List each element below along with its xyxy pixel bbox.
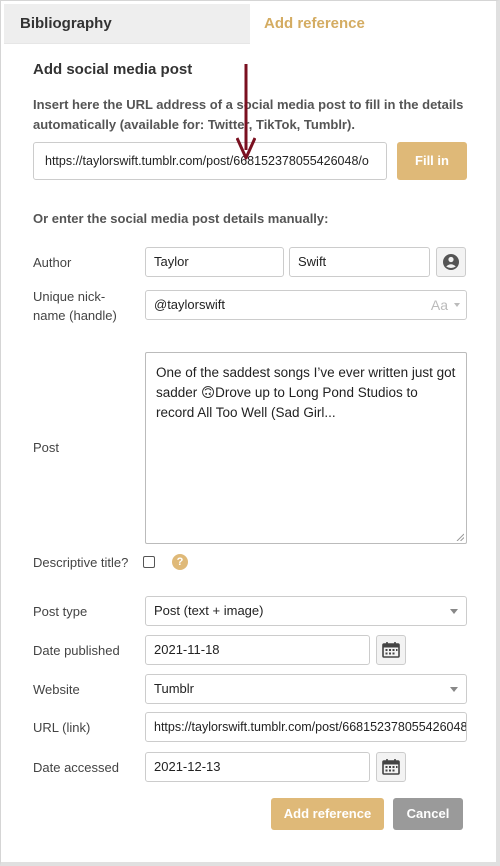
handle-label-line1: Unique nick- [33, 289, 106, 304]
date-published-input[interactable]: 2021-11-18 [145, 635, 370, 665]
auto-url-input[interactable] [33, 142, 387, 180]
post-type-label: Post type [33, 604, 88, 619]
manual-heading: Or enter the social media post details m… [33, 211, 329, 226]
tab-add-reference[interactable]: Add reference [250, 4, 476, 44]
chevron-down-icon [450, 609, 458, 614]
handle-label: Unique nick- name (handle) [33, 287, 117, 325]
handle-value: @taylorswift [154, 297, 225, 312]
author-label: Author [33, 255, 72, 270]
date-accessed-label: Date accessed [33, 760, 119, 775]
calendar-icon [382, 759, 400, 775]
date-accessed-input[interactable]: 2021-12-13 [145, 752, 370, 782]
handle-label-line2: name (handle) [33, 308, 117, 323]
chevron-down-icon [454, 303, 460, 307]
author-lookup-button[interactable] [436, 247, 466, 277]
url-link-label: URL (link) [33, 720, 91, 735]
date-published-label: Date published [33, 643, 120, 658]
resize-grip-icon[interactable] [456, 533, 464, 541]
form-heading: Add social media post [33, 61, 193, 78]
post-label: Post [33, 440, 60, 455]
chevron-down-icon [450, 687, 458, 692]
tab-bar: Bibliography Add reference [4, 4, 476, 44]
website-label: Website [33, 682, 80, 697]
author-first-name-input[interactable]: Taylor [145, 247, 284, 277]
date-accessed-calendar-button[interactable] [376, 752, 406, 782]
cancel-button[interactable]: Cancel [393, 798, 463, 830]
url-link-input[interactable]: https://taylorswift.tumblr.com/post/6681… [145, 712, 467, 742]
post-text: One of the saddest songs I’ve ever writt… [156, 365, 456, 420]
help-icon[interactable]: ? [172, 554, 188, 570]
date-published-calendar-button[interactable] [376, 635, 406, 665]
website-select[interactable]: Tumblr [145, 674, 467, 704]
annotation-arrow-icon [236, 64, 256, 160]
website-value: Tumblr [154, 681, 194, 696]
text-format-icon[interactable]: Aa [431, 291, 448, 319]
descriptive-title-checkbox[interactable] [143, 556, 155, 568]
post-type-select[interactable]: Post (text + image) [145, 596, 467, 626]
post-textarea[interactable]: One of the saddest songs I’ve ever writt… [145, 352, 467, 544]
calendar-icon [382, 642, 400, 658]
fill-in-button[interactable]: Fill in [397, 142, 467, 180]
tab-bibliography[interactable]: Bibliography [4, 4, 250, 44]
descriptive-title-label: Descriptive title? [33, 555, 129, 570]
handle-input[interactable]: @taylorswift Aa [145, 290, 467, 320]
add-reference-button[interactable]: Add reference [271, 798, 384, 830]
person-circle-icon [443, 254, 459, 270]
post-type-value: Post (text + image) [154, 603, 264, 618]
author-last-name-input[interactable]: Swift [289, 247, 430, 277]
